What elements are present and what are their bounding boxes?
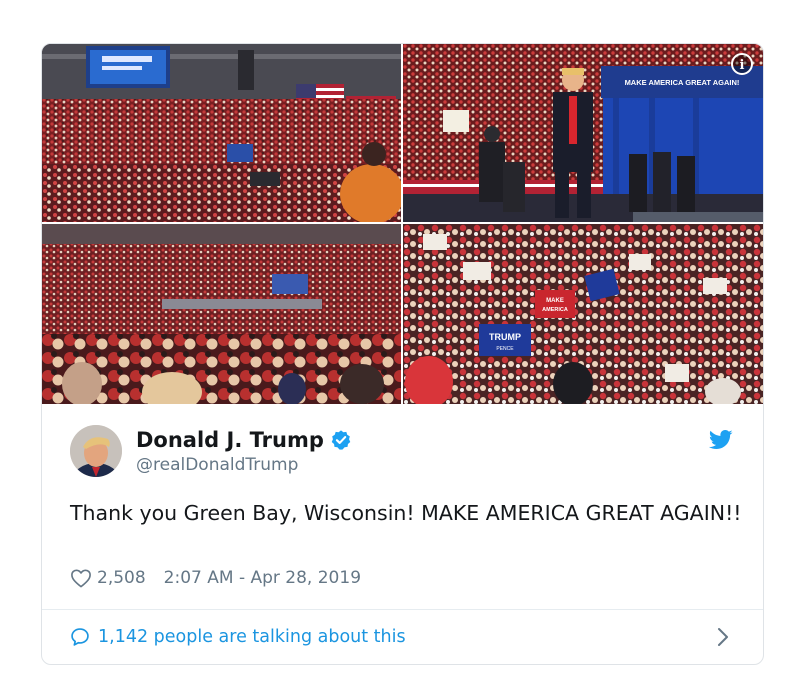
photo-crowd-signs[interactable]: TRUMP PENCE MAKE AMERICA [403,224,763,404]
sign-pence-text: PENCE [496,346,514,352]
photo-stage[interactable]: MAKE AMERICA GREAT AGAIN! i [403,44,763,222]
chevron-right-icon[interactable] [717,627,729,647]
verified-badge-icon [331,430,351,450]
like-count[interactable]: 2,508 [97,568,146,588]
speech-bubble-icon [71,628,89,646]
svg-text:i: i [740,58,745,73]
conversation-row[interactable]: 1,142 people are talking about this [42,610,763,664]
handle[interactable]: @realDonaldTrump [136,455,298,475]
heart-icon[interactable] [70,568,92,588]
timestamp[interactable]: 2:07 AM - Apr 28, 2019 [164,568,361,588]
banner-text: MAKE AMERICA GREAT AGAIN! [625,78,740,87]
tweet-card: MAKE AMERICA GREAT AGAIN! i TRUMP PENCE … [41,43,764,665]
talking-link[interactable]: 1,142 people are talking about this [98,627,406,647]
twitter-bird-icon[interactable] [709,429,733,451]
display-name[interactable]: Donald J. Trump [136,428,324,452]
photo-arena-crowd[interactable] [42,224,401,404]
sign-trump-text: TRUMP [489,332,521,342]
sign-america-text: AMERICA [542,307,568,313]
tweet-text: Thank you Green Bay, Wisconsin! MAKE AME… [70,501,742,525]
sign-make-text: MAKE [546,298,564,304]
author-row[interactable]: Donald J. Trump [136,428,352,452]
photo-arena-wide[interactable] [42,44,401,222]
avatar[interactable] [70,425,122,477]
media-grid: MAKE AMERICA GREAT AGAIN! i TRUMP PENCE … [42,44,763,404]
tweet-meta: 2,508 2:07 AM - Apr 28, 2019 [70,568,361,588]
